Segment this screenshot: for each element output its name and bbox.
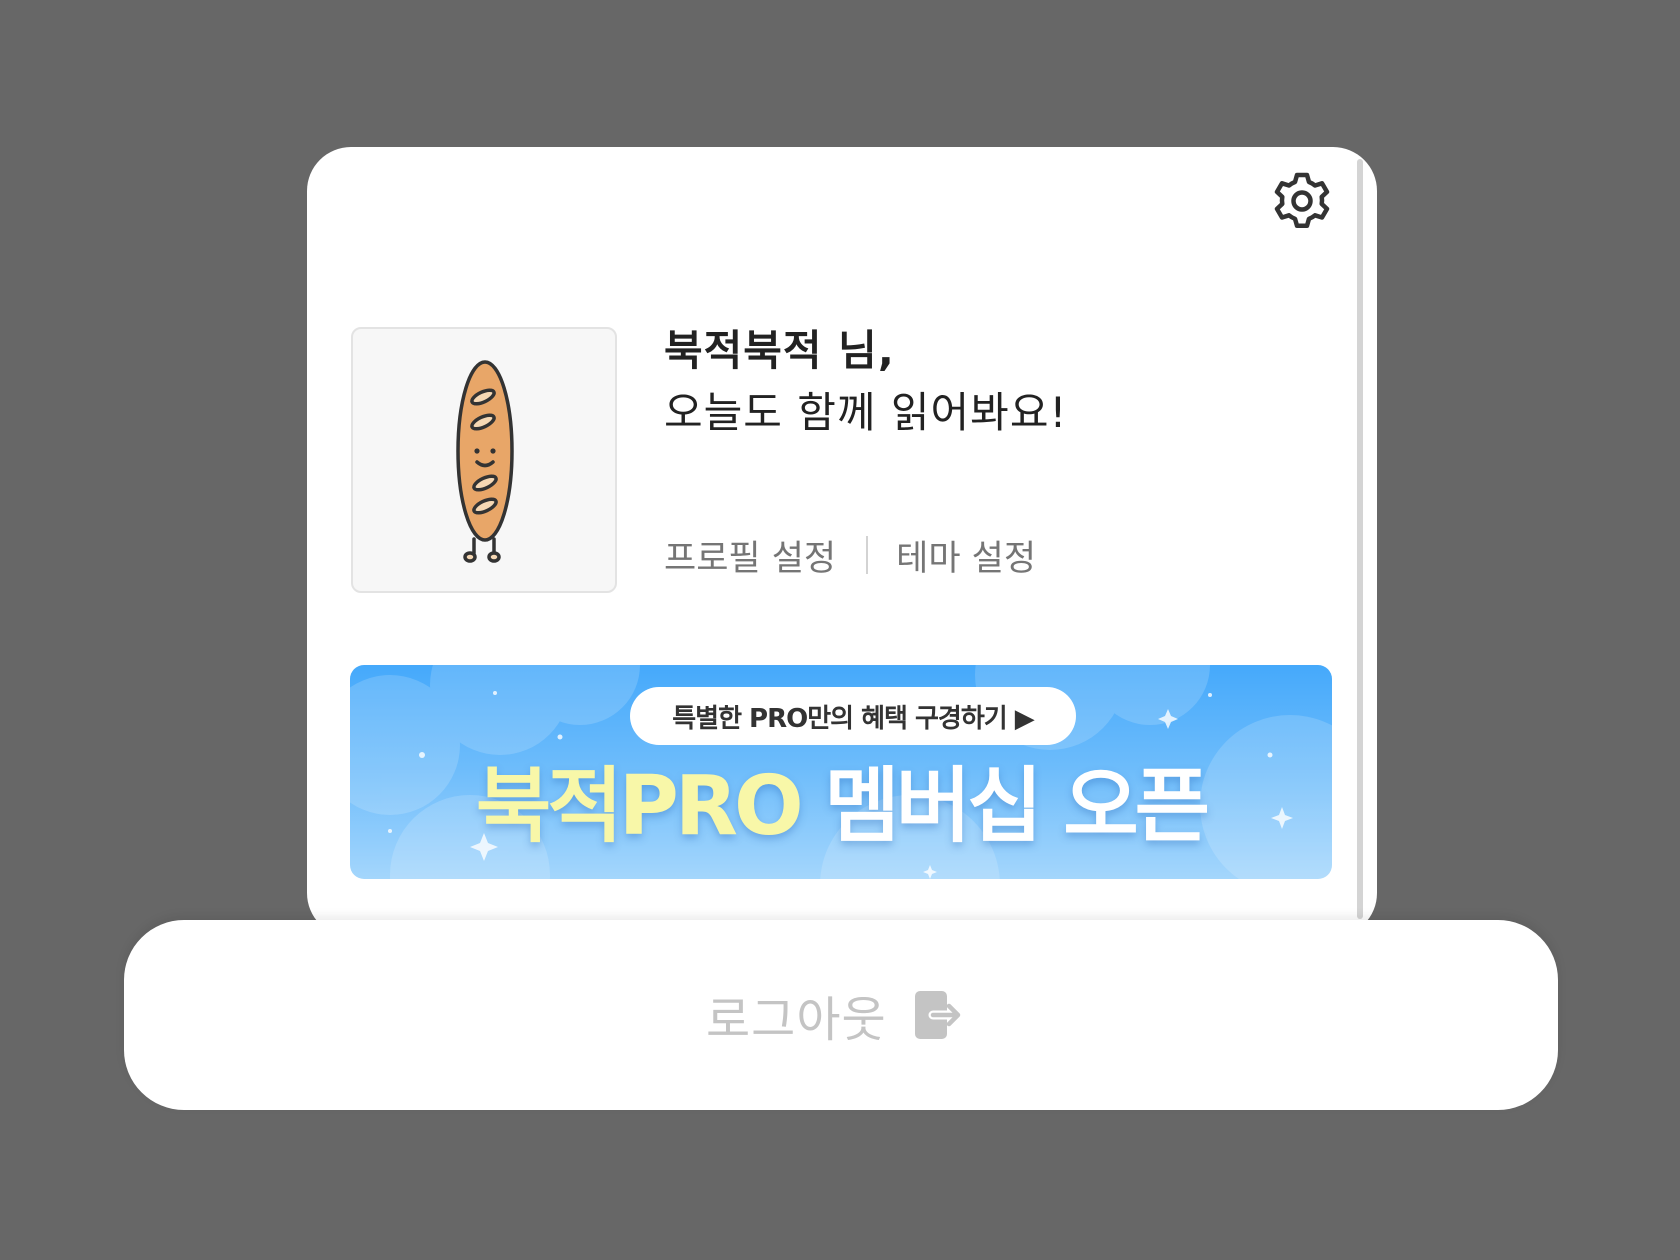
logout-icon — [914, 991, 962, 1039]
logout-bar: 로그아웃 — [124, 920, 1558, 1110]
baguette-character-icon — [456, 360, 514, 563]
pro-membership-banner[interactable]: 특별한 PRO만의 혜택 구경하기 ▶ 북적PRO 멤버십 오픈 — [350, 665, 1332, 879]
divider — [866, 536, 869, 574]
pro-benefits-pill[interactable]: 특별한 PRO만의 혜택 구경하기 ▶ — [630, 687, 1076, 745]
avatar[interactable] — [351, 327, 617, 593]
user-name: 북적북적 님, — [664, 326, 895, 375]
scrollbar[interactable] — [1357, 159, 1363, 919]
profile-settings-link[interactable]: 프로필 설정 — [664, 530, 836, 581]
banner-title-open: 멤버십 오픈 — [824, 759, 1210, 854]
greeting-text: 북적북적 님, 오늘도 함께 읽어봐요! — [664, 320, 1067, 444]
theme-settings-link[interactable]: 테마 설정 — [896, 530, 1036, 581]
profile-links: 프로필 설정 테마 설정 — [664, 530, 1036, 580]
profile-panel: 북적북적 님, 오늘도 함께 읽어봐요! 프로필 설정 테마 설정 특별한 PR… — [307, 147, 1377, 937]
logout-button[interactable]: 로그아웃 — [706, 980, 963, 1050]
gear-icon[interactable] — [1270, 169, 1334, 233]
banner-title: 북적PRO 멤버십 오픈 — [350, 757, 1332, 857]
greeting-message: 오늘도 함께 읽어봐요! — [664, 388, 1068, 437]
banner-title-pro: 북적PRO — [475, 759, 804, 854]
logout-label: 로그아웃 — [706, 992, 887, 1048]
